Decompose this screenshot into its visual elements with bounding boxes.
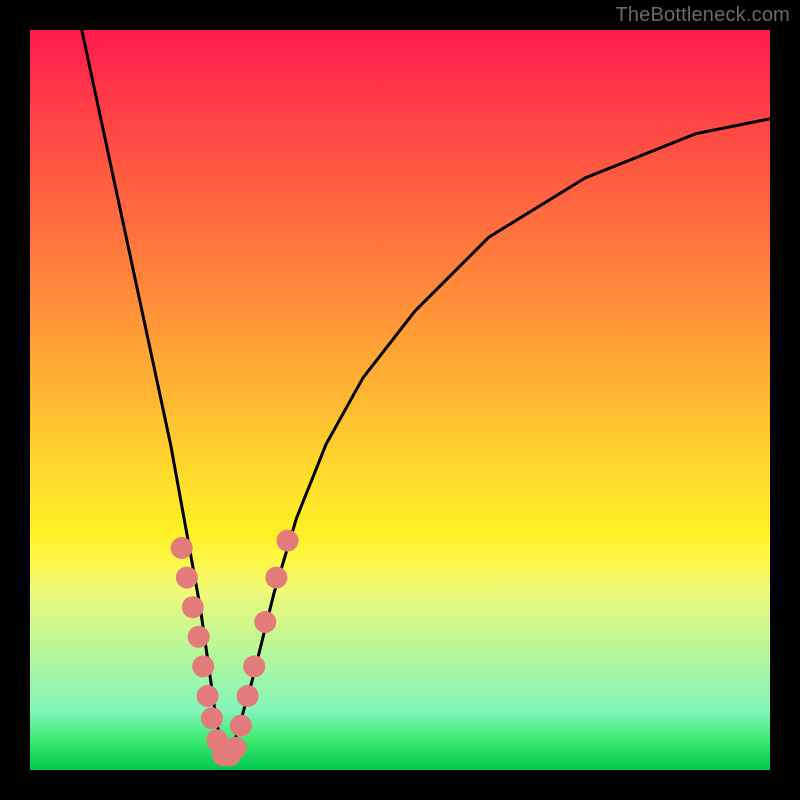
curve-marker <box>171 537 193 559</box>
curve-marker <box>265 567 287 589</box>
curve-marker <box>254 611 276 633</box>
plot-area <box>30 30 770 770</box>
chart-svg <box>30 30 770 770</box>
curve-marker <box>176 567 198 589</box>
curve-marker <box>182 596 204 618</box>
curve-layer <box>82 30 770 755</box>
curve-marker <box>201 707 223 729</box>
curve-marker <box>192 655 214 677</box>
curve-marker <box>197 685 219 707</box>
marker-layer <box>171 530 299 767</box>
curve-marker <box>237 685 259 707</box>
chart-frame: TheBottleneck.com <box>0 0 800 800</box>
watermark-text: TheBottleneck.com <box>615 4 790 27</box>
curve-marker <box>188 626 210 648</box>
curve-marker <box>277 530 299 552</box>
curve-marker <box>225 737 247 759</box>
curve-marker <box>243 655 265 677</box>
bottleneck-curve <box>82 30 770 755</box>
curve-marker <box>230 715 252 737</box>
